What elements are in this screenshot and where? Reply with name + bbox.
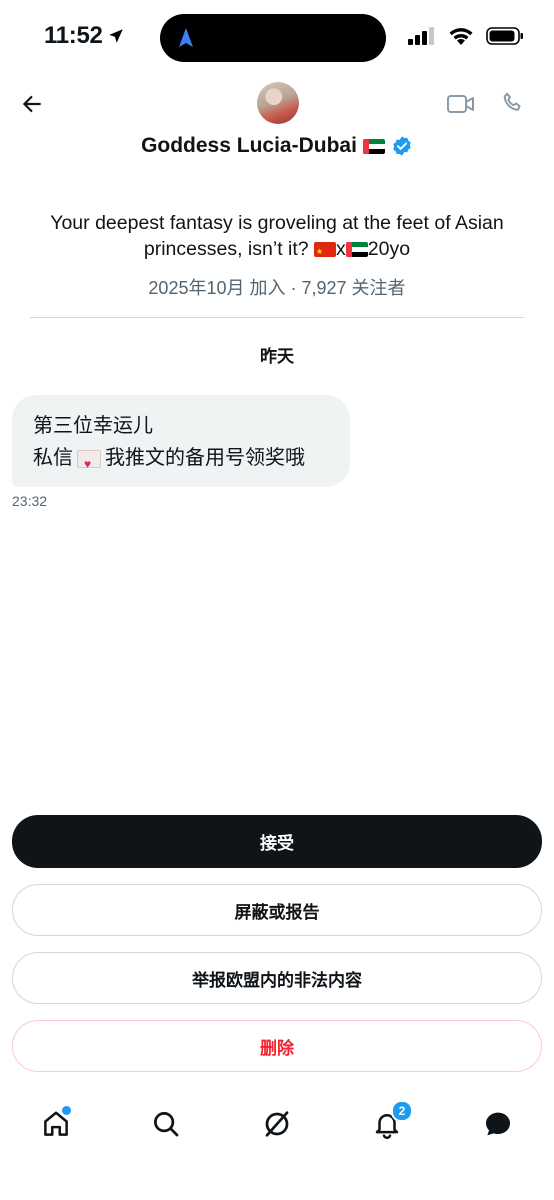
profile-name[interactable]: Goddess Lucia-Dubai bbox=[0, 134, 554, 158]
location-arrow-icon bbox=[108, 29, 123, 43]
search-icon bbox=[154, 1112, 179, 1137]
messages-icon bbox=[486, 1112, 510, 1136]
back-button[interactable] bbox=[16, 88, 48, 120]
status-time: 11:52 bbox=[44, 22, 125, 50]
wifi-icon bbox=[449, 28, 473, 45]
message-line-2: 私信我推文的备用号领奖哦 bbox=[33, 442, 350, 480]
avatar[interactable] bbox=[257, 82, 299, 124]
video-call-icon bbox=[447, 95, 474, 113]
joined-date: 2025年10月 加入 bbox=[148, 278, 286, 298]
delete-button[interactable]: 删除 bbox=[12, 1020, 542, 1072]
china-flag-icon bbox=[314, 242, 337, 258]
day-label: 昨天 bbox=[260, 347, 294, 366]
tab-messages[interactable] bbox=[480, 1106, 516, 1142]
love-letter-icon bbox=[77, 448, 101, 480]
followers-count: 7,927 关注者 bbox=[301, 278, 406, 298]
display-name: Goddess Lucia-Dubai bbox=[141, 134, 357, 157]
tab-grok[interactable] bbox=[259, 1106, 295, 1142]
meta-separator: · bbox=[290, 278, 302, 298]
phone-call-button[interactable] bbox=[500, 90, 526, 121]
profile-bio: Your deepest fantasy is groveling at the… bbox=[20, 210, 534, 262]
message-line-1: 第三位幸运儿 bbox=[33, 415, 153, 437]
tab-search[interactable] bbox=[148, 1106, 184, 1142]
notifications-badge: 2 bbox=[391, 1100, 413, 1122]
accept-button[interactable]: 接受 bbox=[12, 815, 542, 868]
battery-icon bbox=[486, 26, 523, 45]
bio-line-1: Your deepest fantasy is groveling at the… bbox=[50, 212, 504, 234]
bio-line-2: princesses, isn’t it? x20yo bbox=[20, 236, 534, 262]
block-or-report-button[interactable]: 屏蔽或报告 bbox=[12, 884, 542, 936]
video-call-button[interactable] bbox=[446, 92, 476, 121]
verified-badge-icon bbox=[393, 136, 411, 156]
tab-home[interactable] bbox=[38, 1104, 74, 1142]
navigation-arrow-icon bbox=[179, 28, 193, 47]
grok-icon bbox=[265, 1111, 289, 1137]
uae-flag-icon bbox=[362, 138, 385, 154]
report-eu-illegal-content-button[interactable]: 举报欧盟内的非法内容 bbox=[12, 952, 542, 1004]
tab-notifications[interactable]: 2 bbox=[369, 1100, 413, 1142]
home-notification-dot bbox=[60, 1104, 73, 1117]
message-timestamp: 23:32 bbox=[12, 493, 48, 509]
dynamic-island bbox=[160, 14, 386, 62]
status-icons bbox=[408, 26, 524, 45]
profile-meta: 2025年10月 加入 · 7,927 关注者 bbox=[0, 274, 554, 300]
signal-icon bbox=[408, 26, 434, 45]
uae-flag-icon bbox=[345, 242, 368, 258]
arrow-left-icon bbox=[22, 95, 41, 113]
divider bbox=[30, 317, 524, 318]
phone-call-icon bbox=[503, 92, 521, 111]
message-bubble[interactable]: 第三位幸运儿 私信我推文的备用号领奖哦 bbox=[12, 395, 350, 487]
